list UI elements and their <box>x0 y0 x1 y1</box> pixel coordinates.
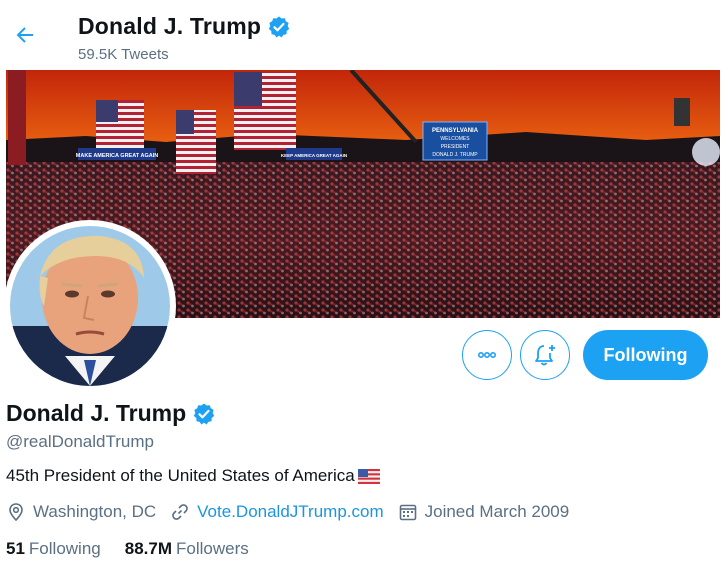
location-pin-icon <box>9 503 23 522</box>
profile-header-bar: Donald J. Trump 59.5K Tweets <box>0 0 728 70</box>
header-title: Donald J. Trump <box>78 13 291 40</box>
profile-website: Vote.DonaldJTrump.com <box>170 502 384 522</box>
verified-badge-icon <box>267 15 291 39</box>
joined-text: Joined March 2009 <box>424 502 570 521</box>
more-options-button[interactable] <box>462 330 512 380</box>
profile-avatar-frame[interactable] <box>4 220 176 392</box>
profile-bio: 45th President of the United States of A… <box>6 466 380 486</box>
arrow-left-icon <box>16 27 33 43</box>
following-count-link[interactable]: 51 Following <box>6 539 101 559</box>
profile-location: Washington, DC <box>6 502 156 522</box>
sign-main-line2: WELCOMES <box>440 136 470 142</box>
notifications-button[interactable] <box>520 330 570 380</box>
following-button[interactable]: Following <box>583 330 708 380</box>
avatar <box>10 226 170 386</box>
tweet-count: 59.5K Tweets <box>78 46 169 63</box>
website-link[interactable]: Vote.DonaldJTrump.com <box>197 502 383 522</box>
sign-main-line3: PRESIDENT <box>441 144 470 150</box>
flag-left <box>96 100 144 148</box>
bio-text: 45th President of the United States of A… <box>6 466 355 485</box>
profile-stats: 51 Following 88.7M Followers <box>6 539 273 559</box>
following-label: Following <box>28 539 101 558</box>
profile-name-text: Donald J. Trump <box>6 400 187 426</box>
calendar-icon <box>399 504 416 521</box>
followers-count: 88.7M <box>124 539 172 558</box>
header-name: Donald J. Trump <box>78 13 262 39</box>
followers-label: Followers <box>175 539 249 558</box>
notification-bell-plus-icon <box>535 345 555 366</box>
more-horizontal-icon <box>477 352 497 359</box>
back-button[interactable] <box>10 20 40 50</box>
followers-count-link[interactable]: 88.7M Followers <box>125 539 249 559</box>
profile-meta: Washington, DC Vote.DonaldJTrump.com Joi… <box>6 502 583 522</box>
location-text: Washington, DC <box>33 502 157 521</box>
sign-left: MAKE AMERICA GREAT AGAIN <box>76 153 158 159</box>
profile-handle: @realDonaldTrump <box>6 432 154 451</box>
profile-joined: Joined March 2009 <box>398 502 570 522</box>
sign-main-line1: PENNSYLVANIA <box>432 128 479 134</box>
profile-name: Donald J. Trump <box>6 400 216 427</box>
sign-main-line4: DONALD J. TRUMP <box>432 152 478 158</box>
link-icon <box>172 504 188 520</box>
flag-center-left <box>176 110 216 174</box>
flag-center <box>234 72 296 150</box>
us-flag-icon <box>357 468 380 484</box>
verified-badge-icon <box>192 402 216 426</box>
following-count: 51 <box>6 539 25 558</box>
sign-mid: KEEP AMERICA GREAT AGAIN <box>281 153 347 158</box>
